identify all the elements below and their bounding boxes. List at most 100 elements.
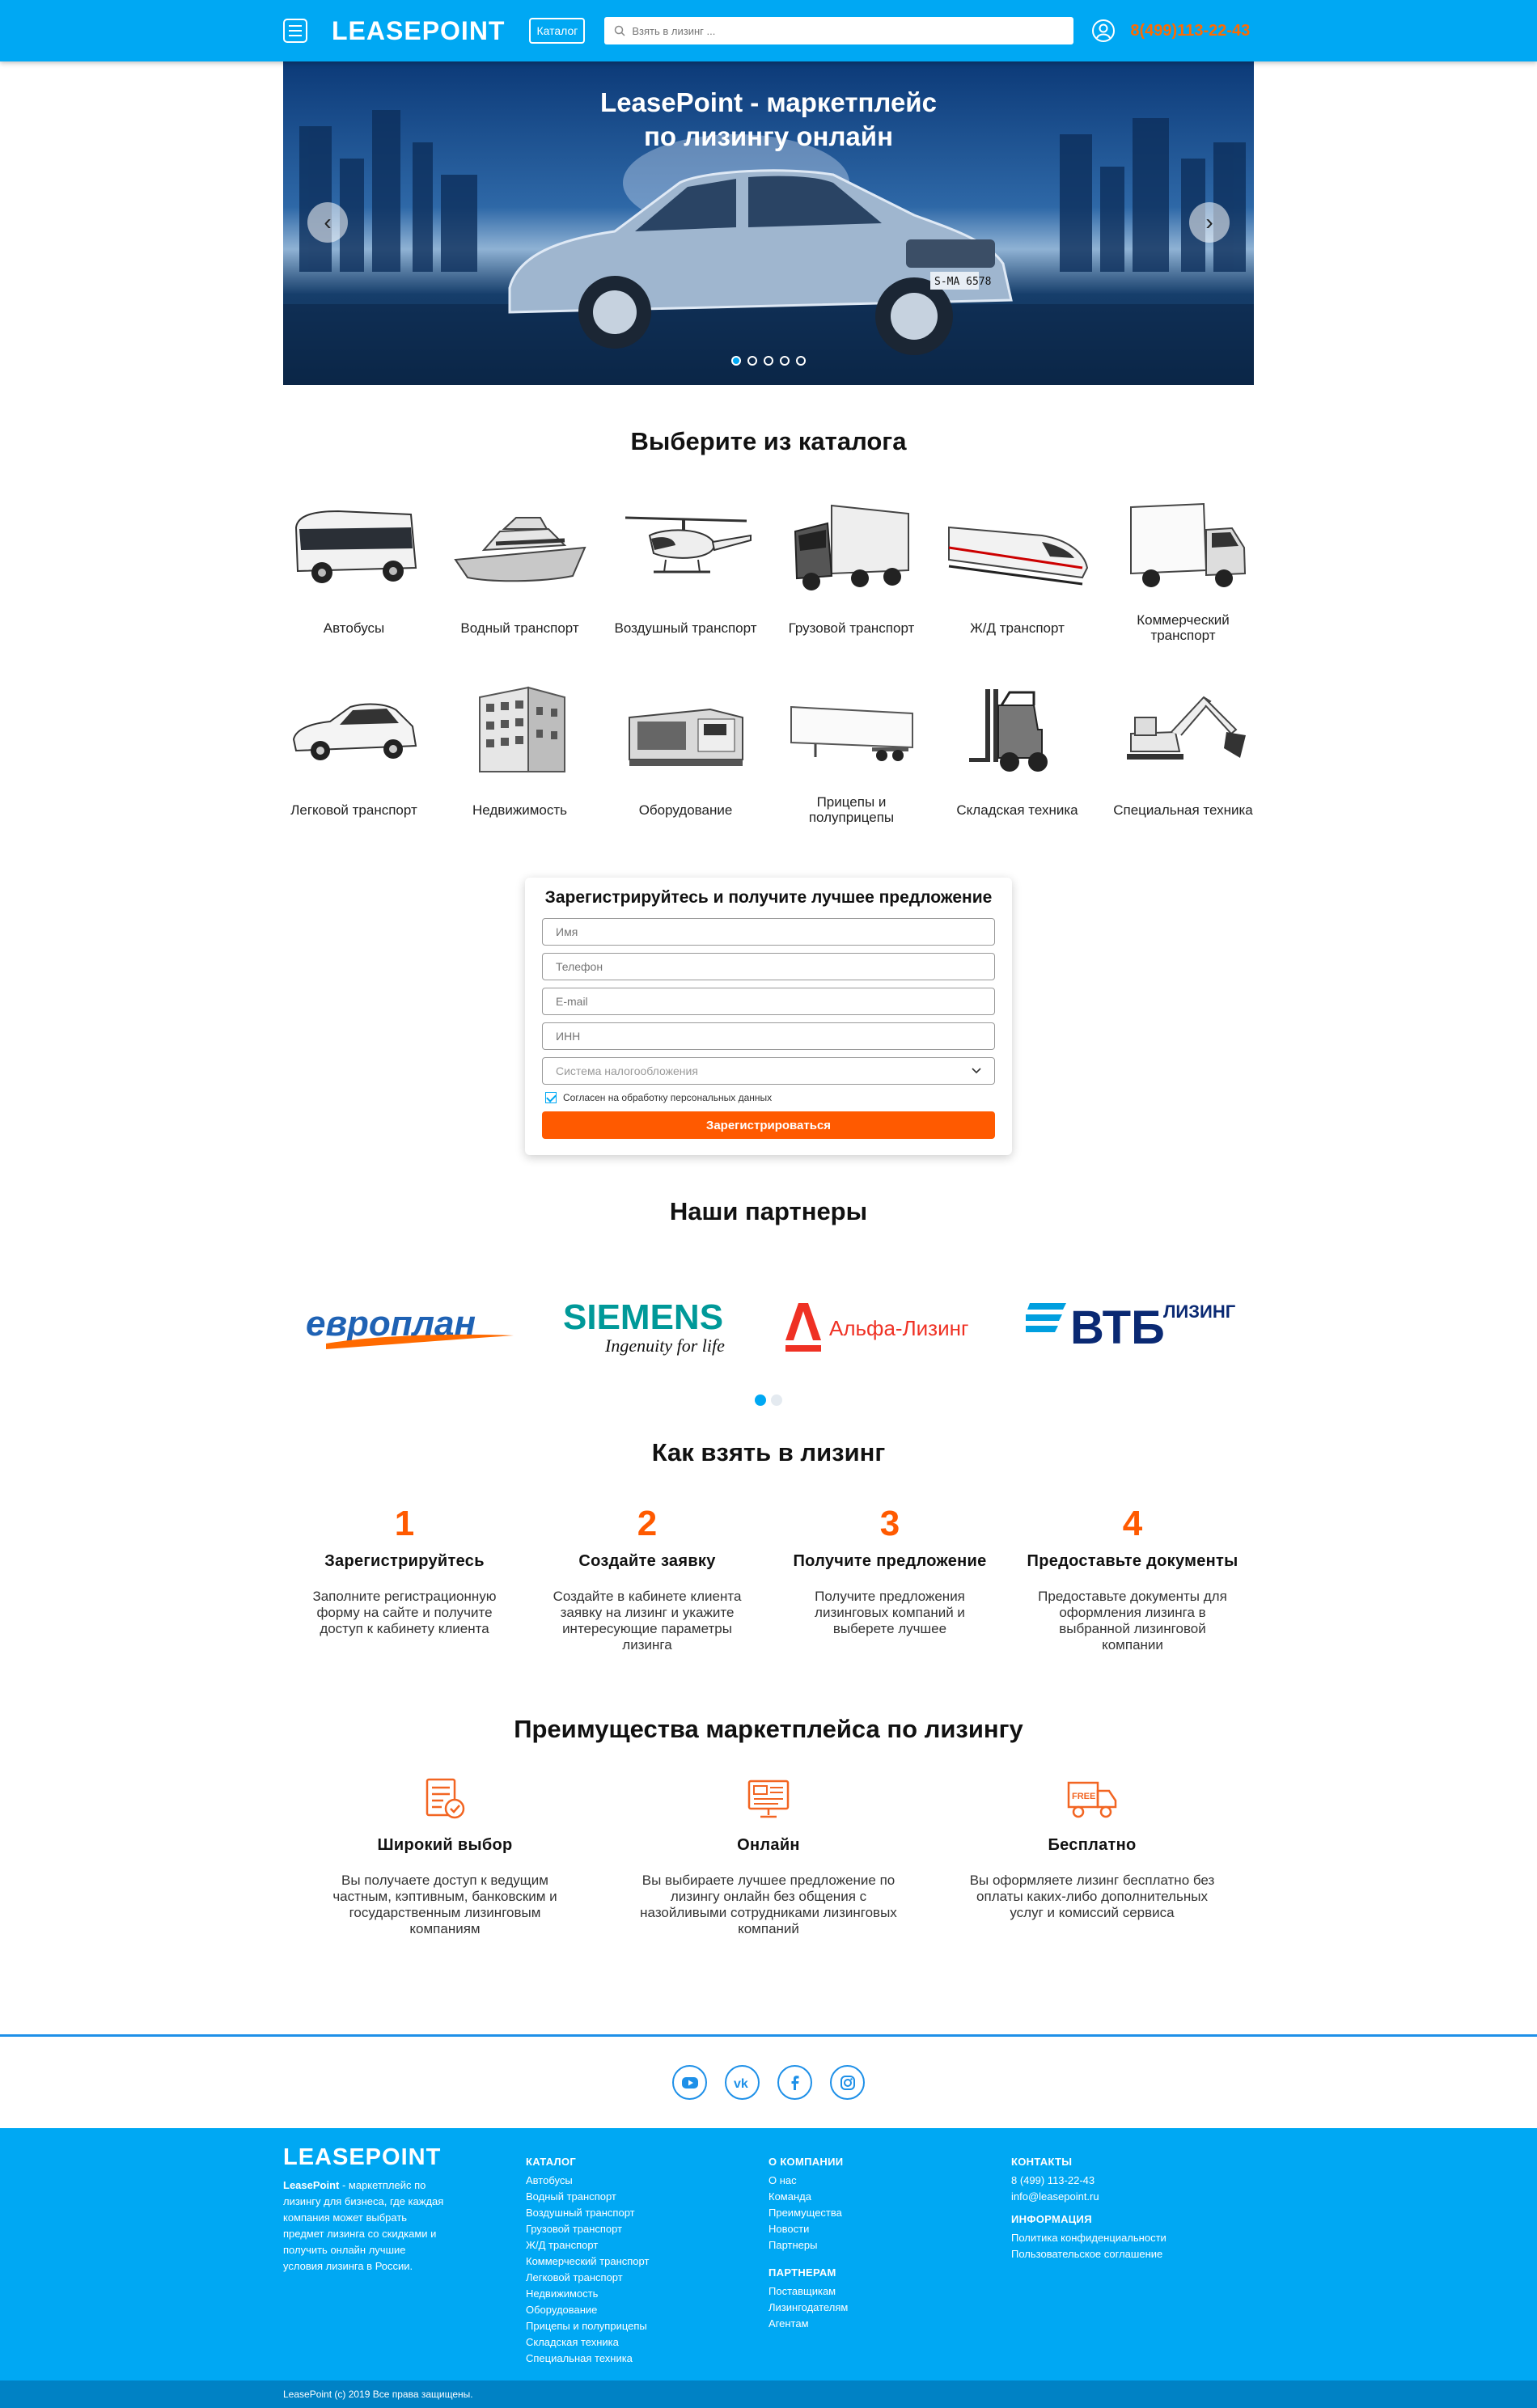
footer-link[interactable]: Легковой транспорт [526, 2270, 768, 2286]
advantage-text: Вы выбираете лучшее предложение по лизин… [640, 1873, 897, 1936]
hero-dot[interactable] [764, 356, 773, 366]
machine-icon [628, 708, 743, 766]
europlan-logo[interactable]: европлан [302, 1299, 520, 1356]
bus-icon [294, 510, 417, 583]
footer-email[interactable]: info@leasepoint.ru [1011, 2189, 1254, 2205]
catalog-button[interactable]: Каталог [529, 18, 586, 44]
agree-label: Согласен на обработку персональных данны… [563, 1092, 773, 1103]
siemens-logo[interactable]: SIEMENS Ingenuity for life [557, 1295, 743, 1360]
hero-next-button[interactable]: › [1189, 202, 1230, 243]
footer-catalog: КАТАЛОГ Автобусы Водный транспорт Воздуш… [526, 2144, 768, 2367]
register-button[interactable]: Зарегистрироваться [542, 1111, 995, 1139]
catalog-item-cars[interactable]: Легковой транспорт [271, 677, 437, 859]
hero-dot[interactable] [731, 356, 741, 366]
footer-link[interactable]: Лизингодателям [768, 2300, 1011, 2316]
step-title: Предоставьте документы [1027, 1552, 1238, 1570]
advantages-list: Широкий выбор Вы получаете доступ к веду… [283, 1776, 1254, 1937]
youtube-icon[interactable] [672, 2065, 707, 2100]
footer-link[interactable]: Ж/Д транспорт [526, 2237, 768, 2254]
catalog-item-buses[interactable]: Автобусы [271, 495, 437, 677]
footer-link[interactable]: Оборудование [526, 2302, 768, 2318]
train-icon [947, 526, 1088, 586]
user-icon[interactable] [1091, 19, 1116, 43]
footer-link[interactable]: Специальная техника [526, 2351, 768, 2367]
partners-dot[interactable] [755, 1394, 766, 1406]
footer-link[interactable]: Грузовой транспорт [526, 2221, 768, 2237]
hero-prev-button[interactable]: ‹ [307, 202, 348, 243]
catalog-item-commercial[interactable]: Коммерческий транспорт [1100, 495, 1266, 677]
footer-phone[interactable]: 8 (499) 113-22-43 [1011, 2173, 1254, 2189]
inn-input[interactable] [556, 1030, 981, 1043]
menu-icon[interactable] [283, 19, 307, 43]
building-icon [478, 686, 565, 772]
footer-link[interactable]: Новости [768, 2221, 1011, 2237]
footer-link[interactable]: Поставщикам [768, 2283, 1011, 2300]
search-input[interactable] [632, 24, 1053, 37]
catalog-item-label: Недвижимость [472, 802, 567, 818]
svg-text:Альфа-Лизинг: Альфа-Лизинг [829, 1316, 968, 1340]
footer-link[interactable]: Партнеры [768, 2237, 1011, 2254]
footer-link[interactable]: Политика конфиденциальности [1011, 2230, 1254, 2246]
catalog-item-air[interactable]: Воздушный транспорт [603, 495, 768, 677]
site-footer: LEASEPOINT LeasePoint - маркетплейс по л… [0, 2128, 1537, 2380]
catalog-item-label: Водный транспорт [460, 620, 579, 636]
hero-dot[interactable] [780, 356, 790, 366]
phone-field[interactable] [542, 953, 995, 980]
name-input[interactable] [556, 925, 981, 938]
agree-checkbox[interactable] [545, 1092, 557, 1103]
registration-form: Зарегистрируйтесь и получите лучшее пред… [525, 878, 1012, 1155]
footer-info-heading: ИНФОРМАЦИЯ [1011, 2213, 1092, 2225]
footer-link[interactable]: Преимущества [768, 2205, 1011, 2221]
footer-link[interactable]: Коммерческий транспорт [526, 2254, 768, 2270]
site-logo[interactable]: LEASEPOINT [332, 16, 505, 46]
search-box[interactable] [604, 17, 1074, 44]
catalog-item-realty[interactable]: Недвижимость [437, 677, 603, 859]
footer-link[interactable]: Недвижимость [526, 2286, 768, 2302]
van-icon [1129, 502, 1246, 587]
catalog-item-special[interactable]: Специальная техника [1100, 677, 1266, 859]
form-title: Зарегистрируйтесь и получите лучшее пред… [544, 888, 993, 907]
email-input[interactable] [556, 995, 981, 1008]
step-title: Создайте заявку [578, 1552, 716, 1570]
hero-title: LeasePoint - маркетплейс по лизингу онла… [283, 86, 1254, 154]
truck-icon [794, 504, 909, 590]
catalog-item-water[interactable]: Водный транспорт [437, 495, 603, 677]
footer-logo[interactable]: LEASEPOINT [283, 2144, 526, 2171]
footer-link[interactable]: Воздушный транспорт [526, 2205, 768, 2221]
step-text: Создайте в кабинете клиента заявку на ли… [553, 1589, 742, 1653]
catalog-item-warehouse[interactable]: Складская техника [934, 677, 1100, 859]
footer-link[interactable]: Водный транспорт [526, 2189, 768, 2205]
footer-link[interactable]: О нас [768, 2173, 1011, 2189]
hero-dot[interactable] [747, 356, 757, 366]
instagram-icon[interactable] [830, 2065, 865, 2100]
social-links: vk [0, 2034, 1537, 2128]
footer-link[interactable]: Агентам [768, 2316, 1011, 2332]
tax-system-select[interactable]: Система налогообложения [542, 1057, 995, 1085]
advantages-title: Преимущества маркетплейса по лизингу [514, 1715, 1023, 1743]
free-truck-icon: FREE [1067, 1781, 1117, 1818]
footer-link[interactable]: Автобусы [526, 2173, 768, 2189]
alfa-leasing-logo[interactable]: Альфа-Лизинг [779, 1295, 989, 1360]
footer-about: LEASEPOINT LeasePoint - маркетплейс по л… [283, 2144, 526, 2367]
footer-link[interactable]: Команда [768, 2189, 1011, 2205]
email-field[interactable] [542, 988, 995, 1015]
catalog-item-rail[interactable]: Ж/Д транспорт [934, 495, 1100, 677]
partners-dot[interactable] [771, 1394, 782, 1406]
catalog-item-equipment[interactable]: Оборудование [603, 677, 768, 859]
footer-link[interactable]: Пользовательское соглашение [1011, 2246, 1254, 2262]
hero-dot[interactable] [796, 356, 806, 366]
vk-icon[interactable]: vk [725, 2065, 760, 2100]
header-phone[interactable]: 8(499)113-22-43 [1130, 22, 1250, 40]
footer-link[interactable]: Прицепы и полуприцепы [526, 2318, 768, 2334]
step-item: 2 Создайте заявку Создайте в кабинете кл… [526, 1504, 768, 1653]
vtb-leasing-logo[interactable]: ВТБ ЛИЗИНГ [1025, 1295, 1236, 1360]
inn-field[interactable] [542, 1022, 995, 1050]
footer-link[interactable]: Складская техника [526, 2334, 768, 2351]
facebook-icon[interactable] [777, 2065, 812, 2100]
name-field[interactable] [542, 918, 995, 946]
site-header: LEASEPOINT Каталог 8(499)113-22-43 [0, 0, 1537, 61]
catalog-item-cargo[interactable]: Грузовой транспорт [768, 495, 934, 677]
catalog-item-trailers[interactable]: Прицепы и полуприцепы [768, 677, 934, 859]
monitor-icon [747, 1780, 790, 1818]
phone-input[interactable] [556, 960, 981, 973]
